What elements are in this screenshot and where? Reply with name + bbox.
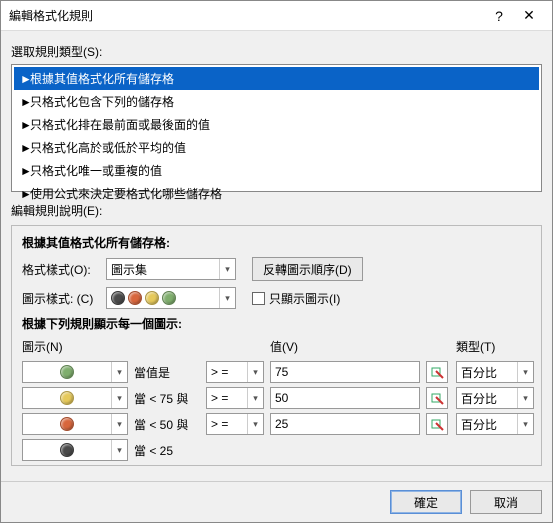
icon-select[interactable]: ▾: [22, 387, 128, 409]
circle-icon: [162, 291, 176, 305]
reverse-icon-order-button[interactable]: 反轉圖示順序(D): [252, 257, 363, 281]
chevron-down-icon: ▾: [111, 414, 127, 434]
chevron-down-icon: ▾: [111, 440, 127, 460]
icon-rule-legend: 根據下列規則顯示每一個圖示:: [22, 315, 531, 332]
chevron-down-icon: ▾: [111, 362, 127, 382]
chevron-down-icon: ▾: [517, 362, 533, 382]
operator-select[interactable]: > =▾: [206, 361, 264, 383]
chevron-down-icon: ▾: [219, 288, 235, 308]
titlebar: 編輯格式化規則 ? ✕: [1, 1, 552, 31]
circle-icon: [60, 391, 74, 405]
range-picker-button[interactable]: [426, 413, 448, 435]
icon-select[interactable]: ▾: [22, 439, 128, 461]
rule-desc-fieldset: 根據其值格式化所有儲存格: 格式樣式(O): 圖示集 ▾ 反轉圖示順序(D) 圖…: [11, 225, 542, 466]
icon-style-select[interactable]: ▾: [106, 287, 236, 309]
icon-select[interactable]: ▾: [22, 361, 128, 383]
type-select[interactable]: 百分比▾: [456, 413, 534, 435]
rule-type-list[interactable]: ►根據其值格式化所有儲存格 ►只格式化包含下列的儲存格 ►只格式化排在最前面或最…: [11, 64, 542, 192]
icon-rule-grid: 圖示(N) 值(V) 類型(T) ▾ 當值是 > =▾ 百分比▾ ▾ 當 < 7…: [22, 338, 531, 461]
value-input[interactable]: [270, 361, 420, 383]
edit-desc-label: 編輯規則說明(E):: [11, 202, 542, 219]
fieldset-legend: 根據其值格式化所有儲存格:: [22, 234, 531, 251]
chevron-down-icon: ▾: [247, 362, 263, 382]
rule-label: 當 < 25: [134, 442, 200, 459]
range-picker-button[interactable]: [426, 361, 448, 383]
value-input[interactable]: [270, 413, 420, 435]
close-button[interactable]: ✕: [514, 7, 544, 24]
circle-icon: [145, 291, 159, 305]
dialog-footer: 確定 取消: [1, 481, 552, 522]
show-icon-only-checkbox[interactable]: 只顯示圖示(I): [252, 290, 340, 307]
col-icon-header: 圖示(N): [22, 338, 128, 355]
rule-label: 當 < 75 與: [134, 390, 200, 407]
type-select[interactable]: 百分比▾: [456, 361, 534, 383]
chevron-down-icon: ▾: [517, 388, 533, 408]
chevron-down-icon: ▾: [247, 414, 263, 434]
rule-label: 當值是: [134, 364, 200, 381]
circle-icon: [60, 417, 74, 431]
rule-type-item[interactable]: ►只格式化包含下列的儲存格: [14, 90, 539, 113]
icon-select[interactable]: ▾: [22, 413, 128, 435]
circle-icon: [60, 443, 74, 457]
help-button[interactable]: ?: [484, 8, 514, 24]
checkbox-box: [252, 292, 265, 305]
circle-icon: [60, 365, 74, 379]
operator-select[interactable]: > =▾: [206, 387, 264, 409]
rule-type-item[interactable]: ►只格式化排在最前面或最後面的值: [14, 113, 539, 136]
circle-icon: [111, 291, 125, 305]
rule-type-item[interactable]: ►根據其值格式化所有儲存格: [14, 67, 539, 90]
chevron-down-icon: ▾: [111, 388, 127, 408]
icon-style-label: 圖示樣式: (C): [22, 290, 100, 307]
value-input[interactable]: [270, 387, 420, 409]
range-picker-button[interactable]: [426, 387, 448, 409]
operator-select[interactable]: > =▾: [206, 413, 264, 435]
col-type-header: 類型(T): [456, 338, 534, 355]
circle-icon: [128, 291, 142, 305]
rule-label: 當 < 50 與: [134, 416, 200, 433]
rule-type-item[interactable]: ►只格式化高於或低於平均的值: [14, 136, 539, 159]
ok-button[interactable]: 確定: [390, 490, 462, 514]
col-value-header: 值(V): [270, 338, 420, 355]
chevron-down-icon: ▾: [517, 414, 533, 434]
format-style-select[interactable]: 圖示集 ▾: [106, 258, 236, 280]
select-rule-type-label: 選取規則類型(S):: [11, 43, 542, 60]
chevron-down-icon: ▾: [247, 388, 263, 408]
rule-type-item[interactable]: ►只格式化唯一或重複的值: [14, 159, 539, 182]
format-style-label: 格式樣式(O):: [22, 261, 100, 278]
cancel-button[interactable]: 取消: [470, 490, 542, 514]
dialog-content: 選取規則類型(S): ►根據其值格式化所有儲存格 ►只格式化包含下列的儲存格 ►…: [1, 31, 552, 481]
chevron-down-icon: ▾: [219, 259, 235, 279]
type-select[interactable]: 百分比▾: [456, 387, 534, 409]
window-title: 編輯格式化規則: [9, 7, 484, 24]
